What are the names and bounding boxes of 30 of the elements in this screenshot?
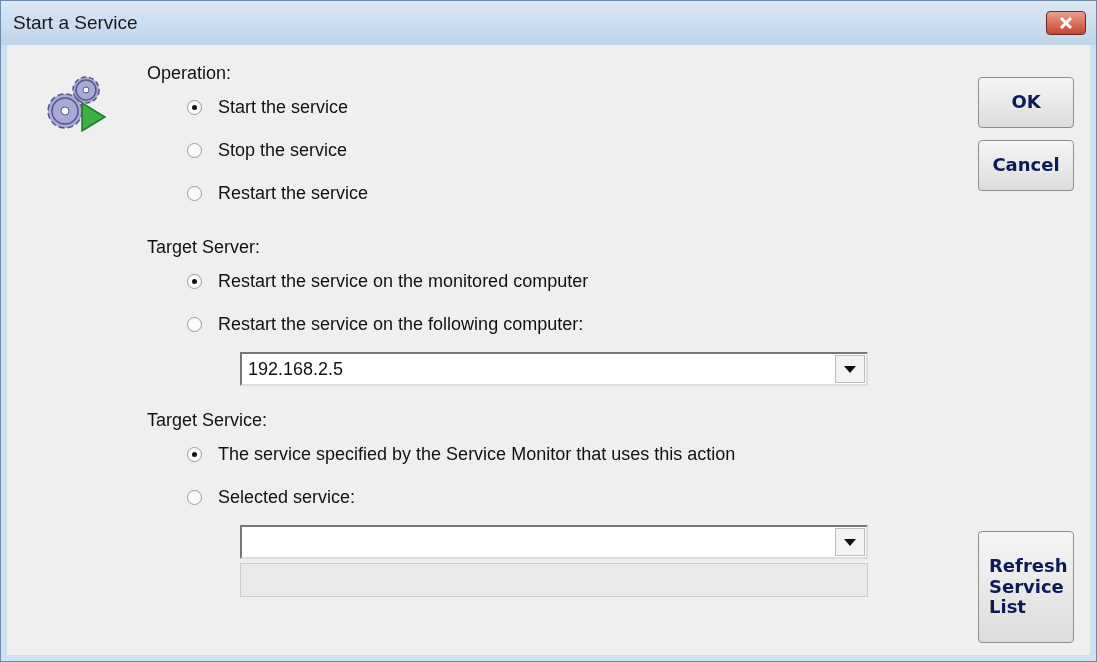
- combo-box[interactable]: 192.168.2.5: [240, 352, 868, 386]
- radio-label[interactable]: The service specified by the Service Monitor that uses this action: [218, 444, 736, 465]
- dropdown-arrow-icon: [844, 538, 856, 546]
- combo-box[interactable]: [240, 525, 868, 559]
- dialog-button[interactable]: Cancel: [978, 140, 1074, 191]
- radio-label[interactable]: Restart the service on the following computer:: [218, 314, 584, 335]
- radio-button[interactable]: [187, 447, 202, 462]
- radio-button[interactable]: [187, 186, 202, 201]
- radio-label[interactable]: Stop the service: [218, 140, 348, 161]
- radio-label[interactable]: Selected service:: [218, 487, 356, 508]
- radio-label[interactable]: Start the service: [218, 97, 349, 118]
- radio-button[interactable]: [187, 100, 202, 115]
- dropdown-button[interactable]: [835, 355, 865, 383]
- radio-label[interactable]: Restart the service: [218, 183, 369, 204]
- dialog-button[interactable]: OK: [978, 77, 1074, 128]
- window-title: Start a Service: [13, 12, 138, 34]
- combo-value: 192.168.2.5: [247, 358, 345, 380]
- radio-button[interactable]: [187, 317, 202, 332]
- group-label: Target Server:: [147, 237, 262, 258]
- dropdown-button[interactable]: [835, 528, 865, 556]
- close-button[interactable]: [1046, 11, 1086, 35]
- radio-button[interactable]: [187, 143, 202, 158]
- refresh-button[interactable]: Refresh Service List: [978, 531, 1074, 643]
- dropdown-arrow-icon: [844, 365, 856, 373]
- group-label: Operation:: [147, 63, 233, 84]
- group-label: Target Service:: [147, 410, 269, 431]
- radio-label[interactable]: Restart the service on the monitored computer: [218, 271, 589, 292]
- close-icon: [1059, 17, 1073, 29]
- radio-button[interactable]: [187, 490, 202, 505]
- radio-button[interactable]: [187, 274, 202, 289]
